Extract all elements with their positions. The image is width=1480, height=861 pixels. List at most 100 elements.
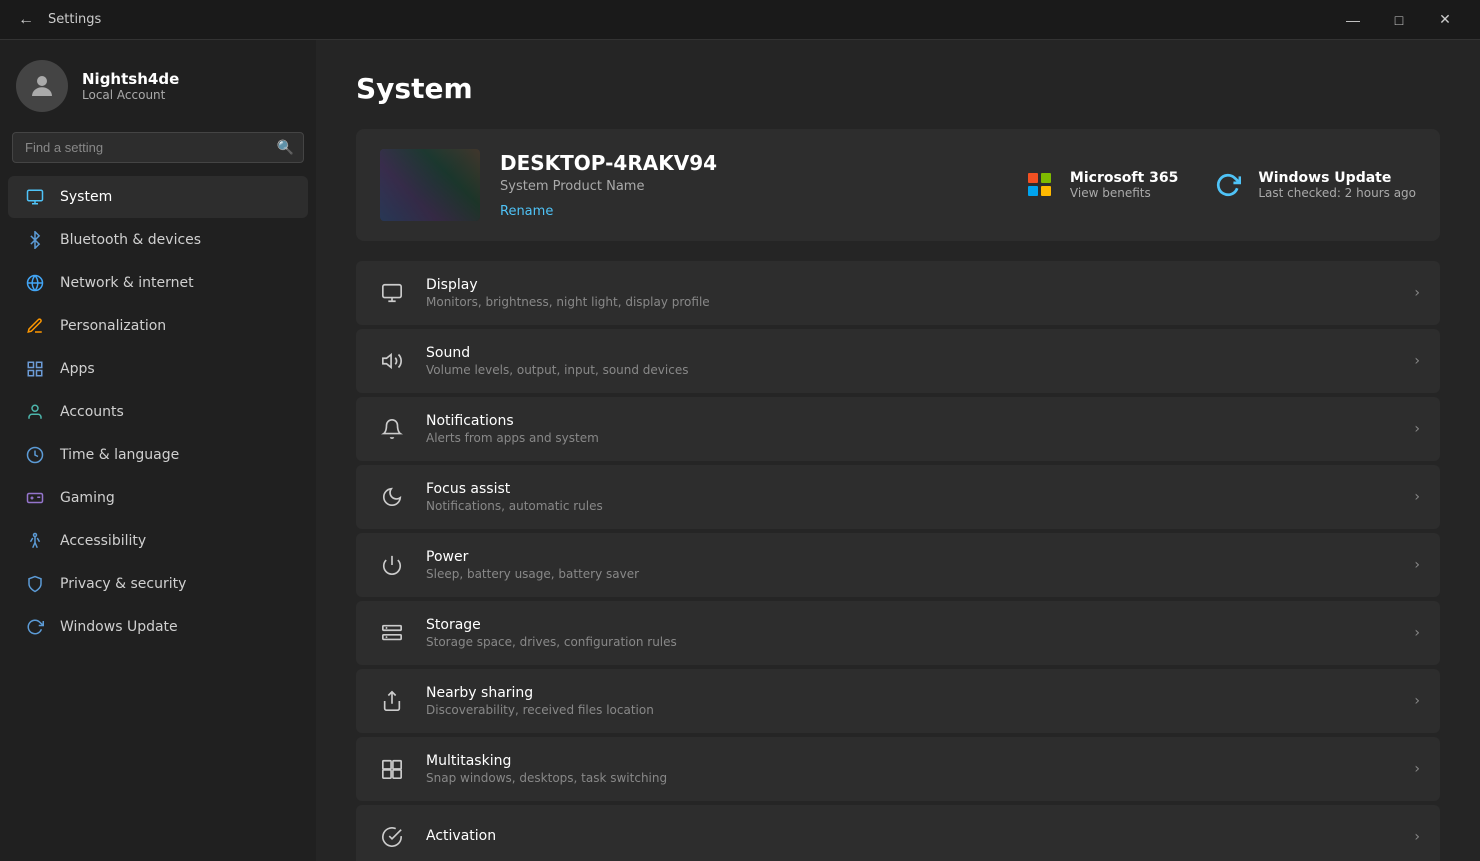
update-title: Windows Update bbox=[1258, 170, 1416, 186]
power-title: Power bbox=[426, 549, 1396, 565]
system-image bbox=[380, 149, 480, 221]
sound-desc: Volume levels, output, input, sound devi… bbox=[426, 363, 1396, 377]
multitasking-title: Multitasking bbox=[426, 753, 1396, 769]
user-type: Local Account bbox=[82, 88, 179, 102]
windows-update-icon bbox=[1210, 167, 1246, 203]
focus-icon bbox=[376, 481, 408, 513]
activation-text: Activation bbox=[426, 828, 1396, 846]
sound-text: Sound Volume levels, output, input, soun… bbox=[426, 345, 1396, 377]
settings-item-power[interactable]: Power Sleep, battery usage, battery save… bbox=[356, 533, 1440, 597]
settings-item-focus[interactable]: Focus assist Notifications, automatic ru… bbox=[356, 465, 1440, 529]
network-icon bbox=[24, 272, 46, 294]
sidebar-item-accounts-label: Accounts bbox=[60, 404, 124, 420]
focus-chevron: › bbox=[1414, 489, 1420, 505]
sidebar-item-personalization[interactable]: Personalization bbox=[8, 305, 308, 347]
sidebar-item-network[interactable]: Network & internet bbox=[8, 262, 308, 304]
ms365-item[interactable]: Microsoft 365 View benefits bbox=[1022, 167, 1178, 203]
display-chevron: › bbox=[1414, 285, 1420, 301]
sidebar-item-system-label: System bbox=[60, 189, 112, 205]
sound-chevron: › bbox=[1414, 353, 1420, 369]
sidebar-item-apps[interactable]: Apps bbox=[8, 348, 308, 390]
nearby-chevron: › bbox=[1414, 693, 1420, 709]
focus-text: Focus assist Notifications, automatic ru… bbox=[426, 481, 1396, 513]
user-profile[interactable]: Nightsh4de Local Account bbox=[0, 48, 316, 132]
gaming-icon bbox=[24, 487, 46, 509]
sidebar-nav: System Bluetooth & devices Network & bbox=[0, 175, 316, 649]
settings-item-notifications[interactable]: Notifications Alerts from apps and syste… bbox=[356, 397, 1440, 461]
ms365-text: Microsoft 365 View benefits bbox=[1070, 170, 1178, 200]
system-icon bbox=[24, 186, 46, 208]
accounts-icon bbox=[24, 401, 46, 423]
ms365-title: Microsoft 365 bbox=[1070, 170, 1178, 186]
sidebar-item-bluetooth-label: Bluetooth & devices bbox=[60, 232, 201, 248]
settings-item-multitasking[interactable]: Multitasking Snap windows, desktops, tas… bbox=[356, 737, 1440, 801]
settings-item-sound[interactable]: Sound Volume levels, output, input, soun… bbox=[356, 329, 1440, 393]
windows-update-text: Windows Update Last checked: 2 hours ago bbox=[1258, 170, 1416, 200]
power-text: Power Sleep, battery usage, battery save… bbox=[426, 549, 1396, 581]
notifications-text: Notifications Alerts from apps and syste… bbox=[426, 413, 1396, 445]
notifications-title: Notifications bbox=[426, 413, 1396, 429]
sidebar-item-accounts[interactable]: Accounts bbox=[8, 391, 308, 433]
activation-title: Activation bbox=[426, 828, 1396, 844]
sidebar-item-gaming-label: Gaming bbox=[60, 490, 115, 506]
notifications-icon bbox=[376, 413, 408, 445]
back-button[interactable]: ← bbox=[12, 6, 40, 34]
system-card: DESKTOP-4RAKV94 System Product Name Rena… bbox=[356, 129, 1440, 241]
sidebar: Nightsh4de Local Account 🔍 System bbox=[0, 40, 316, 861]
notifications-desc: Alerts from apps and system bbox=[426, 431, 1396, 445]
multitasking-desc: Snap windows, desktops, task switching bbox=[426, 771, 1396, 785]
system-extras: Microsoft 365 View benefits Windows Upda… bbox=[1022, 167, 1416, 203]
ms365-icon bbox=[1022, 167, 1058, 203]
power-desc: Sleep, battery usage, battery saver bbox=[426, 567, 1396, 581]
storage-icon bbox=[376, 617, 408, 649]
display-desc: Monitors, brightness, night light, displ… bbox=[426, 295, 1396, 309]
titlebar: ← Settings — □ ✕ bbox=[0, 0, 1480, 40]
sidebar-item-bluetooth[interactable]: Bluetooth & devices bbox=[8, 219, 308, 261]
nearby-title: Nearby sharing bbox=[426, 685, 1396, 701]
storage-text: Storage Storage space, drives, configura… bbox=[426, 617, 1396, 649]
sidebar-item-network-label: Network & internet bbox=[60, 275, 194, 291]
nearby-text: Nearby sharing Discoverability, received… bbox=[426, 685, 1396, 717]
sidebar-item-privacy[interactable]: Privacy & security bbox=[8, 563, 308, 605]
page-title: System bbox=[356, 72, 1440, 105]
close-button[interactable]: ✕ bbox=[1422, 4, 1468, 36]
minimize-button[interactable]: — bbox=[1330, 4, 1376, 36]
product-name: System Product Name bbox=[500, 179, 1002, 194]
sidebar-item-update[interactable]: Windows Update bbox=[8, 606, 308, 648]
accessibility-icon bbox=[24, 530, 46, 552]
bluetooth-icon bbox=[24, 229, 46, 251]
ms365-subtitle: View benefits bbox=[1070, 186, 1178, 200]
windows-update-item[interactable]: Windows Update Last checked: 2 hours ago bbox=[1210, 167, 1416, 203]
settings-item-display[interactable]: Display Monitors, brightness, night ligh… bbox=[356, 261, 1440, 325]
time-icon bbox=[24, 444, 46, 466]
storage-title: Storage bbox=[426, 617, 1396, 633]
sidebar-item-system[interactable]: System bbox=[8, 176, 308, 218]
settings-list: Display Monitors, brightness, night ligh… bbox=[356, 261, 1440, 861]
sidebar-item-accessibility[interactable]: Accessibility bbox=[8, 520, 308, 562]
activation-icon bbox=[376, 821, 408, 853]
sidebar-item-apps-label: Apps bbox=[60, 361, 95, 377]
rename-link[interactable]: Rename bbox=[500, 204, 553, 219]
sidebar-item-gaming[interactable]: Gaming bbox=[8, 477, 308, 519]
nearby-icon bbox=[376, 685, 408, 717]
sound-title: Sound bbox=[426, 345, 1396, 361]
search-icon: 🔍 bbox=[277, 140, 294, 156]
storage-desc: Storage space, drives, configuration rul… bbox=[426, 635, 1396, 649]
user-info: Nightsh4de Local Account bbox=[82, 70, 179, 102]
display-text: Display Monitors, brightness, night ligh… bbox=[426, 277, 1396, 309]
search-input[interactable] bbox=[12, 132, 304, 163]
settings-item-activation[interactable]: Activation › bbox=[356, 805, 1440, 861]
maximize-button[interactable]: □ bbox=[1376, 4, 1422, 36]
personalization-icon bbox=[24, 315, 46, 337]
settings-item-nearby[interactable]: Nearby sharing Discoverability, received… bbox=[356, 669, 1440, 733]
window-controls: — □ ✕ bbox=[1330, 4, 1468, 36]
computer-name: DESKTOP-4RAKV94 bbox=[500, 151, 1002, 175]
activation-chevron: › bbox=[1414, 829, 1420, 845]
main-content: System DESKTOP-4RAKV94 System Product Na… bbox=[316, 40, 1480, 861]
apps-icon bbox=[24, 358, 46, 380]
sidebar-item-time[interactable]: Time & language bbox=[8, 434, 308, 476]
display-title: Display bbox=[426, 277, 1396, 293]
settings-item-storage[interactable]: Storage Storage space, drives, configura… bbox=[356, 601, 1440, 665]
sidebar-item-personalization-label: Personalization bbox=[60, 318, 166, 334]
search-box[interactable]: 🔍 bbox=[12, 132, 304, 163]
